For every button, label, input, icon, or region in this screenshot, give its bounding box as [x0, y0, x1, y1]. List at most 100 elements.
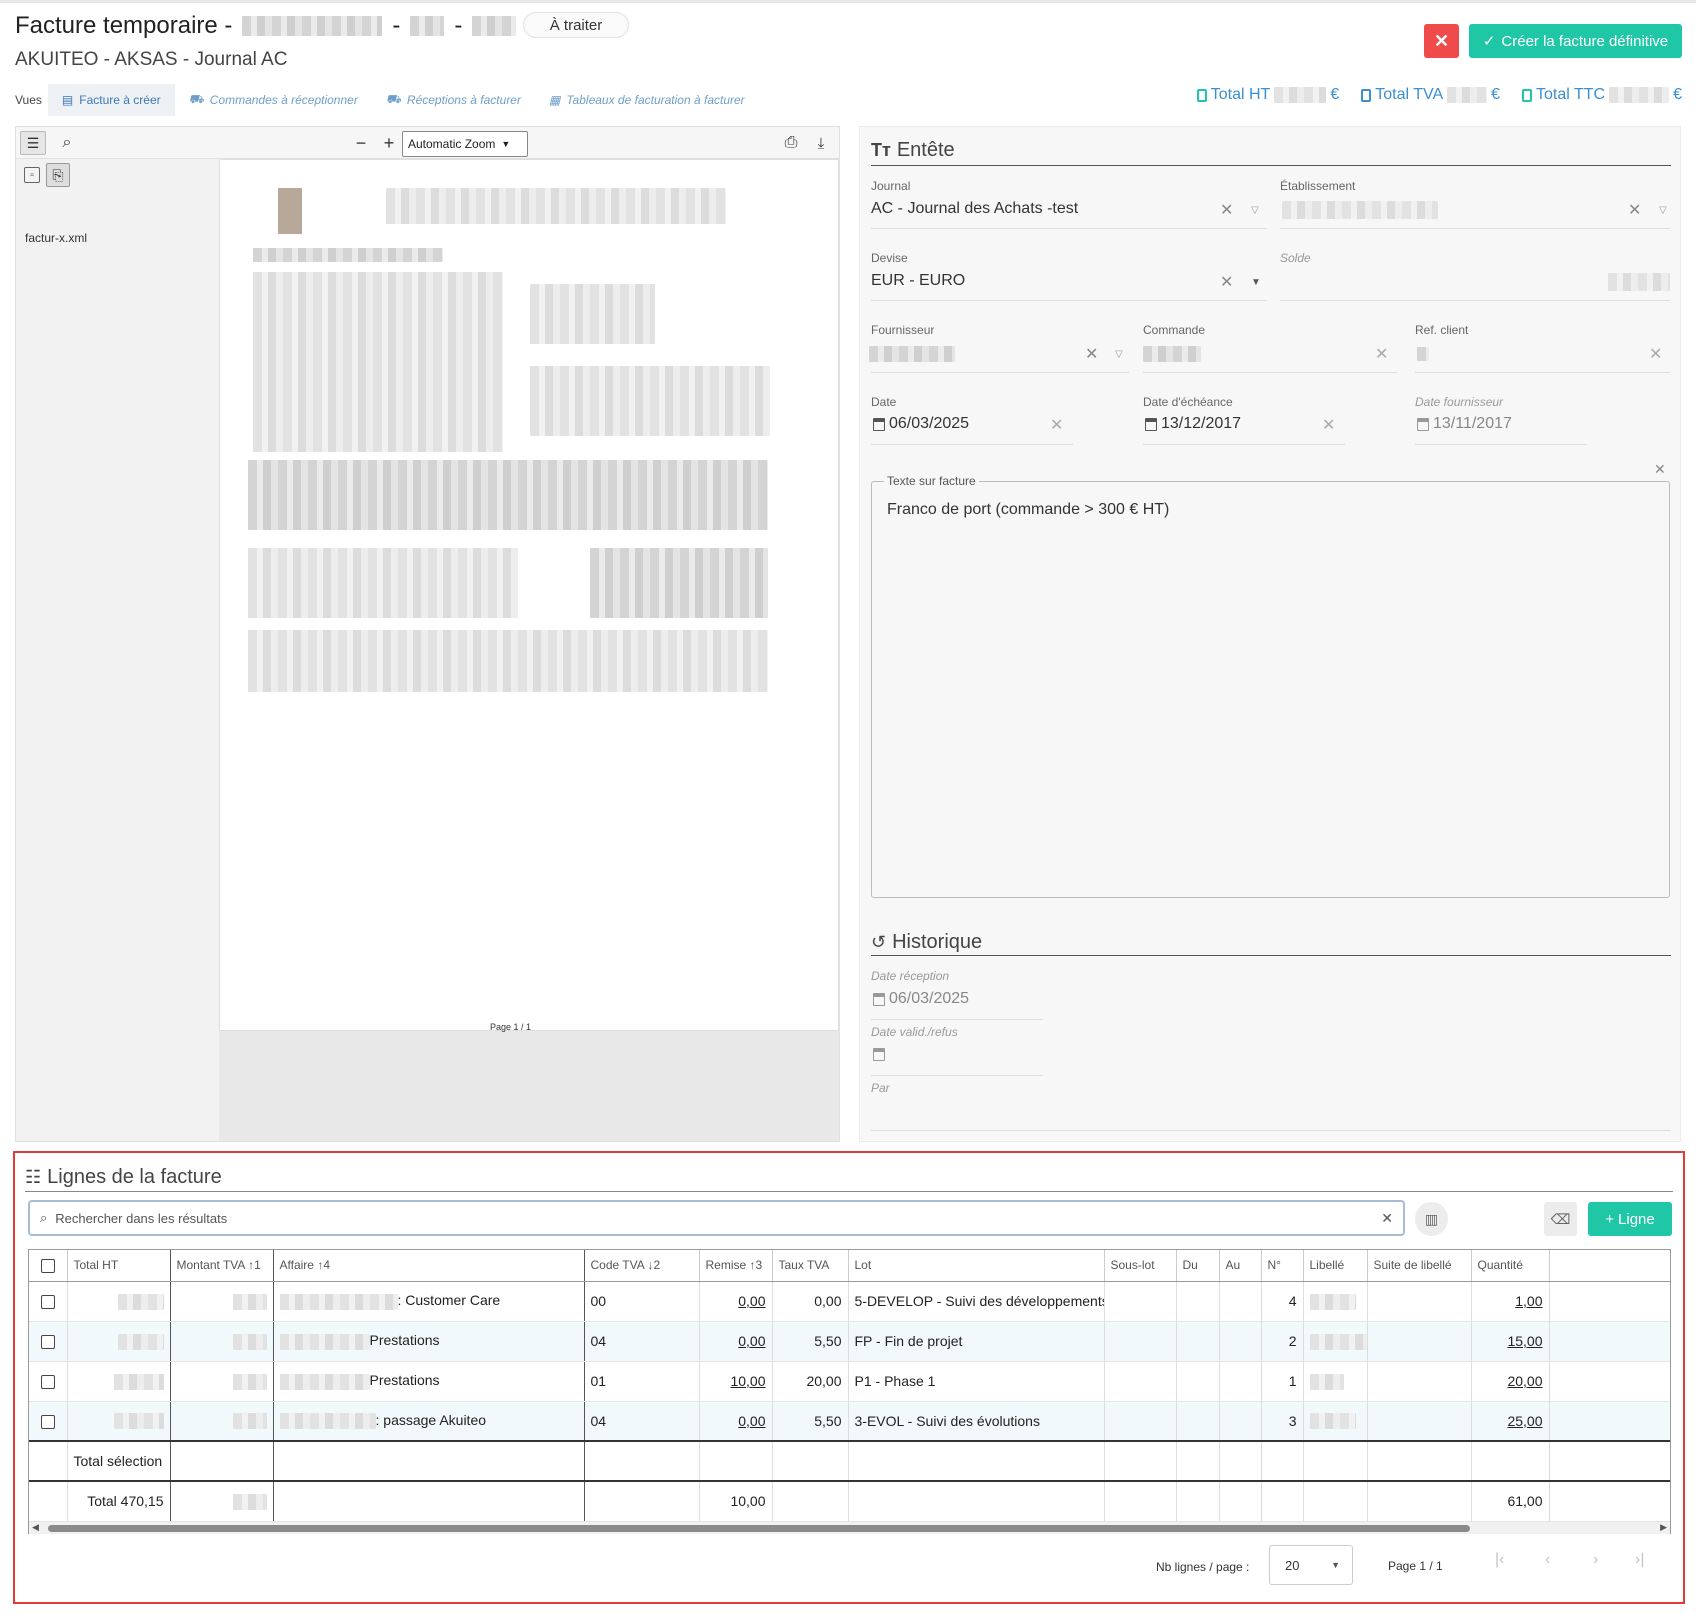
next-page-icon[interactable]: › — [1593, 1551, 1598, 1569]
top-border — [0, 0, 1696, 3]
horizontal-scrollbar[interactable]: ◀ ▶ — [29, 1522, 1670, 1534]
texte-facture-textarea[interactable]: Texte sur facture Franco de port (comman… — [871, 474, 1670, 898]
prev-page-icon[interactable]: ‹ — [1545, 1551, 1550, 1569]
clear-icon[interactable]: ✕ — [1085, 344, 1098, 364]
col-numero[interactable]: N° — [1261, 1250, 1304, 1282]
col-affaire[interactable]: Affaire ↑4 — [273, 1250, 585, 1282]
chevron-down-icon[interactable]: ▽ — [1251, 205, 1259, 216]
plus-icon: + — [1605, 1210, 1615, 1228]
select-all-checkbox[interactable] — [29, 1250, 68, 1282]
date-fournisseur-field: 13/11/2017 — [1417, 415, 1512, 433]
etablissement-label: Établissement — [1280, 179, 1356, 193]
row-checkbox[interactable] — [29, 1321, 68, 1362]
clear-icon[interactable]: ✕ — [1381, 1210, 1393, 1227]
scrollbar-thumb[interactable] — [48, 1525, 1470, 1532]
col-taux-tva[interactable]: Taux TVA — [772, 1250, 849, 1282]
chevron-down-icon[interactable]: ▼ — [1251, 277, 1261, 288]
thumbnail-icon[interactable]: ▫ — [24, 167, 40, 183]
attachment-file[interactable]: factur-x.xml — [25, 231, 87, 245]
truck-icon: ⛟ — [385, 92, 401, 106]
tab-receptions-a-facturer[interactable]: ⛟ Réceptions à facturer — [372, 84, 535, 116]
col-remise[interactable]: Remise ↑3 — [699, 1250, 773, 1282]
date-reception-label: Date réception — [871, 969, 950, 983]
page-size-select[interactable]: 20 ▼ — [1269, 1545, 1353, 1585]
clear-icon[interactable]: ✕ — [1220, 200, 1233, 220]
col-total-ht[interactable]: Total HT — [67, 1250, 171, 1282]
views-label: Vues — [15, 93, 42, 107]
table-row[interactable]: : passage Akuiteo 04 0,00 5,50 3-EVOL - … — [29, 1401, 1670, 1442]
col-suite-libelle[interactable]: Suite de libellé — [1367, 1250, 1472, 1282]
row-checkbox[interactable] — [29, 1401, 68, 1442]
col-montant-tva[interactable]: Montant TVA ↑1 — [170, 1250, 274, 1282]
last-page-icon[interactable]: ›| — [1635, 1551, 1644, 1569]
total-ht: Total HT € — [1196, 86, 1339, 104]
date-valid-label: Date valid./refus — [871, 1025, 958, 1039]
logo-redacted — [278, 188, 302, 234]
redacted-id — [472, 16, 517, 36]
clear-icon[interactable]: ✕ — [1375, 344, 1388, 364]
print-icon[interactable]: ⎙ — [778, 131, 804, 155]
clear-icon[interactable]: ✕ — [1649, 344, 1662, 364]
download-icon[interactable]: ⤓ — [808, 131, 834, 155]
clear-icon[interactable]: ✕ — [1628, 200, 1641, 220]
clear-icon[interactable]: ✕ — [1050, 415, 1063, 435]
tab-facture-a-creer[interactable]: ▤ Facture à créer — [47, 84, 175, 116]
columns-icon[interactable]: ▥ — [1415, 1202, 1448, 1236]
row-checkbox[interactable] — [29, 1281, 68, 1322]
scroll-left-icon[interactable]: ◀ — [32, 1522, 39, 1533]
page-indicator: Page 1 / 1 — [1388, 1559, 1443, 1573]
search-icon: ⌕ — [40, 1210, 48, 1225]
col-extra — [1549, 1250, 1670, 1282]
total-ttc: Total TTC € — [1522, 86, 1682, 104]
col-code-tva[interactable]: Code TVA ↓2 — [584, 1250, 700, 1282]
journal-label: Journal — [871, 179, 911, 193]
journal-field[interactable]: AC - Journal des Achats -test — [871, 200, 1078, 218]
col-libelle[interactable]: Libellé — [1303, 1250, 1368, 1282]
col-du[interactable]: Du — [1176, 1250, 1220, 1282]
row-checkbox[interactable] — [29, 1361, 68, 1402]
chevron-down-icon[interactable]: ▽ — [1659, 205, 1667, 216]
clear-icon[interactable]: ✕ — [1654, 461, 1666, 478]
texte-facture-label: Texte sur facture — [884, 474, 979, 488]
zoom-out-icon[interactable]: − — [348, 131, 374, 155]
status-badge: À traiter — [523, 12, 629, 38]
search-icon[interactable]: ⌕ — [54, 131, 80, 155]
clear-icon[interactable]: ✕ — [1220, 272, 1233, 292]
redacted-id — [410, 16, 445, 36]
create-final-invoice-button[interactable]: ✓ Créer la facture définitive — [1469, 24, 1682, 58]
zoom-in-icon[interactable]: + — [376, 131, 402, 155]
zoom-select[interactable]: Automatic Zoom ▼ — [402, 131, 528, 157]
table-row[interactable]: : Customer Care 00 0,00 0,00 5-DEVELOP -… — [29, 1281, 1670, 1322]
tab-commandes-a-receptionner[interactable]: ⛟ Commandes à réceptionner — [175, 84, 372, 116]
chevron-down-icon[interactable]: ▽ — [1115, 349, 1123, 360]
col-au[interactable]: Au — [1219, 1250, 1262, 1282]
table-row[interactable]: Prestations 04 0,00 5,50 FP - Fin de pro… — [29, 1321, 1670, 1362]
col-sous-lot[interactable]: Sous-lot — [1104, 1250, 1177, 1282]
document-icon — [1522, 88, 1533, 102]
devise-field[interactable]: EUR - EURO — [871, 272, 965, 290]
pdf-page: Page 1 / 1 — [220, 160, 838, 1032]
entete-title: Tт Entête — [871, 139, 955, 161]
etablissement-field[interactable] — [1282, 201, 1438, 219]
tab-tableaux-facturation[interactable]: ▦ Tableaux de facturation à facturer — [535, 84, 759, 116]
clear-filters-icon[interactable]: ⌫ — [1544, 1202, 1577, 1236]
total-row: Total 470,15 10,00 61,00 — [29, 1480, 1670, 1522]
first-page-icon[interactable]: |‹ — [1495, 1551, 1504, 1569]
echeance-field[interactable]: 13/12/2017 — [1145, 415, 1241, 433]
sidebar-toggle-icon[interactable]: ☰ — [20, 131, 46, 155]
per-page-label: Nb lignes / page : — [1156, 1560, 1250, 1574]
grid-header: Total HT Montant TVA ↑1 Affaire ↑4 Code … — [29, 1250, 1670, 1282]
col-lot[interactable]: Lot — [848, 1250, 1105, 1282]
add-line-button[interactable]: + Ligne — [1588, 1202, 1672, 1236]
cancel-button[interactable]: ✕ — [1424, 24, 1459, 58]
ref-client-field[interactable] — [1417, 347, 1429, 361]
fournisseur-field[interactable] — [869, 346, 955, 362]
date-field[interactable]: 06/03/2025 — [873, 415, 969, 433]
table-row[interactable]: Prestations 01 10,00 20,00 P1 - Phase 1 … — [29, 1361, 1670, 1402]
clear-icon[interactable]: ✕ — [1322, 415, 1335, 435]
col-quantite[interactable]: Quantité — [1471, 1250, 1550, 1282]
search-input[interactable]: ⌕ Rechercher dans les résultats ✕ — [28, 1200, 1405, 1236]
paperclip-icon[interactable]: ⎘ — [46, 163, 70, 187]
scroll-right-icon[interactable]: ▶ — [1660, 1522, 1667, 1533]
commande-field[interactable] — [1143, 346, 1201, 362]
